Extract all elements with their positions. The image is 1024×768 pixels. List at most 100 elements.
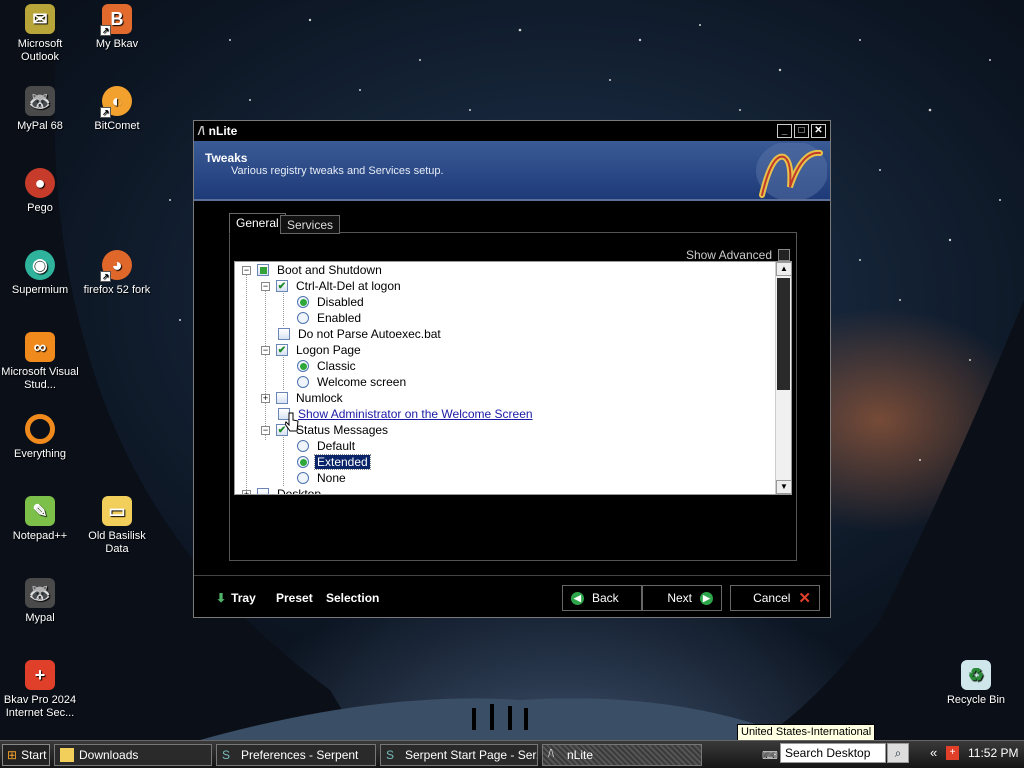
desktop-icon-mypal[interactable]: 🦝 Mypal [0, 578, 80, 625]
desktop-icon-everything[interactable]: Everything [0, 414, 80, 461]
checkbox[interactable]: ✔ [276, 344, 288, 356]
tree-node-autoexec[interactable]: Do not Parse Autoexec.bat [278, 326, 443, 342]
firefox-icon: ◕ ↗ [100, 250, 132, 282]
tree-node-logon-page[interactable]: − ✔ Logon Page [261, 342, 363, 358]
radio-button[interactable] [297, 296, 309, 308]
language-tooltip: United States-International [737, 724, 876, 741]
tray-button[interactable]: ⬇ Tray [216, 591, 256, 605]
search-button[interactable]: ⌕ [887, 743, 909, 763]
mypal-icon: 🦝 [25, 86, 55, 116]
tree-node-show-administrator[interactable]: Show Administrator on the Welcome Screen [278, 406, 535, 422]
expand-icon[interactable]: + [261, 393, 270, 403]
collapse-icon[interactable]: − [261, 281, 270, 291]
tree-node-numlock[interactable]: + Numlock [261, 390, 345, 406]
desktop-icon-pego[interactable]: ● Pego [0, 168, 80, 215]
tab-services[interactable]: Services [280, 215, 341, 234]
tree-scrollbar[interactable]: ▲ ▼ [775, 262, 791, 494]
tree-node-disabled[interactable]: Disabled [297, 294, 366, 310]
desktop-icon-recycle-bin[interactable]: ♻ Recycle Bin [936, 660, 1016, 707]
start-button[interactable]: ⊞ Start [2, 743, 50, 766]
checkbox[interactable]: ✔ [276, 280, 288, 292]
page-header: Tweaks Various registry tweaks and Servi… [194, 141, 830, 201]
checkbox[interactable] [257, 264, 269, 276]
cancel-x-icon: ✕ [798, 590, 811, 607]
tree-node-desktop[interactable]: + Desktop [242, 486, 323, 494]
tree-node-classic[interactable]: Classic [297, 358, 358, 374]
bkav-tray-icon[interactable]: + [946, 746, 959, 760]
desktop-icon-outlook[interactable]: ✉ Microsoft Outlook [0, 4, 80, 64]
window-titlebar[interactable]: /\ nLite _ □ ✕ [194, 121, 830, 141]
taskbar-item-nlite[interactable]: /\ nLite [542, 743, 702, 766]
serpent-icon: S [386, 747, 395, 762]
tree-node-welcome-screen[interactable]: Welcome screen [297, 374, 408, 390]
pego-icon: ● [25, 168, 55, 198]
scrollbar-thumb[interactable] [777, 278, 790, 390]
radio-button[interactable] [297, 456, 309, 468]
desktop-icon-visual-studio[interactable]: ∞ Microsoft Visual Stud... [0, 332, 80, 392]
maximize-button[interactable]: □ [794, 124, 809, 138]
taskbar-item-preferences[interactable]: S Preferences - Serpent [216, 743, 376, 766]
search-icon: ⌕ [894, 745, 902, 760]
page-subtitle: Various registry tweaks and Services set… [231, 165, 444, 177]
tab-general[interactable]: General [229, 213, 286, 234]
radio-button[interactable] [297, 376, 309, 388]
desktop-icon-bitcomet[interactable]: ◐ ↗ BitComet [77, 86, 157, 133]
radio-button[interactable] [297, 312, 309, 324]
collapse-icon[interactable]: − [261, 345, 270, 355]
selection-button[interactable]: Selection [326, 591, 379, 605]
back-arrow-icon: ◀ [571, 591, 584, 605]
taskbar-item-downloads[interactable]: Downloads [54, 743, 212, 766]
tree-node-ctrl-alt-del[interactable]: − ✔ Ctrl-Alt-Del at logon [261, 278, 403, 294]
outlook-icon: ✉ [25, 4, 55, 34]
tree-node-enabled[interactable]: Enabled [297, 310, 363, 326]
bitcomet-icon: ◐ ↗ [100, 86, 132, 118]
desktop-icon-my-bkav[interactable]: B ↗ My Bkav [77, 4, 157, 51]
tree-node-none[interactable]: None [297, 470, 348, 486]
tree-node-extended[interactable]: Extended [297, 454, 371, 470]
page-title: Tweaks [205, 151, 248, 165]
tray-chevron-icon[interactable]: « [930, 745, 937, 760]
desktop-icon-mypal68[interactable]: 🦝 MyPal 68 [0, 86, 80, 133]
nlite-icon: /\ [548, 747, 555, 760]
visual-studio-icon: ∞ [25, 332, 55, 362]
radio-button[interactable] [297, 440, 309, 452]
keyboard-icon[interactable]: ⌨ [762, 749, 778, 762]
radio-button[interactable] [297, 472, 309, 484]
next-button[interactable]: Next ▶ [642, 585, 722, 611]
serpent-icon: S [222, 747, 231, 762]
tree-node-boot-and-shutdown[interactable]: − Boot and Shutdown [242, 262, 384, 278]
checkbox[interactable] [257, 488, 269, 494]
desktop-icon-firefox[interactable]: ◕ ↗ firefox 52 fork [77, 250, 157, 297]
search-desktop-input[interactable]: Search Desktop [780, 743, 886, 763]
show-advanced-toggle[interactable]: Show Advanced [686, 248, 790, 262]
desktop-icon-supermium[interactable]: ◉ Supermium [0, 250, 80, 297]
preset-button[interactable]: Preset [276, 591, 313, 605]
nlite-logo-icon: /\ [198, 124, 205, 138]
show-advanced-checkbox[interactable] [778, 249, 790, 261]
show-advanced-label: Show Advanced [685, 248, 772, 262]
window-title: nLite [208, 124, 238, 138]
desktop-icon-notepadpp[interactable]: ✎ Notepad++ [0, 496, 80, 543]
nlite-banner-logo-icon [756, 143, 827, 199]
tree-node-default[interactable]: Default [297, 438, 357, 454]
scroll-down-icon[interactable]: ▼ [776, 480, 791, 494]
desktop-icon-old-basilisk-data[interactable]: ▭ Old Basilisk Data [77, 496, 157, 556]
scroll-up-icon[interactable]: ▲ [776, 262, 791, 276]
collapse-icon[interactable]: − [242, 265, 251, 275]
supermium-icon: ◉ [25, 250, 55, 280]
tweaks-tree[interactable]: − Boot and Shutdown − ✔ Ctrl-Alt-Del at log… [234, 261, 792, 495]
checkbox[interactable] [278, 328, 290, 340]
radio-button[interactable] [297, 360, 309, 372]
clock[interactable]: 11:52 PM [968, 746, 1018, 760]
expand-icon[interactable]: + [242, 489, 251, 494]
close-button[interactable]: ✕ [811, 124, 826, 138]
tree-node-status-messages[interactable]: − ✔ Status Messages [261, 422, 390, 438]
cancel-button[interactable]: Cancel ✕ [730, 585, 820, 611]
minimize-button[interactable]: _ [777, 124, 792, 138]
checkbox[interactable] [276, 392, 288, 404]
folder-icon: ▭ [102, 496, 132, 526]
desktop-icon-bkav-pro[interactable]: + Bkav Pro 2024 Internet Sec... [0, 660, 80, 720]
back-button[interactable]: ◀ Back [562, 585, 642, 611]
taskbar-item-serpent-start[interactable]: S Serpent Start Page - Ser... [380, 743, 538, 766]
collapse-icon[interactable]: − [261, 425, 270, 435]
